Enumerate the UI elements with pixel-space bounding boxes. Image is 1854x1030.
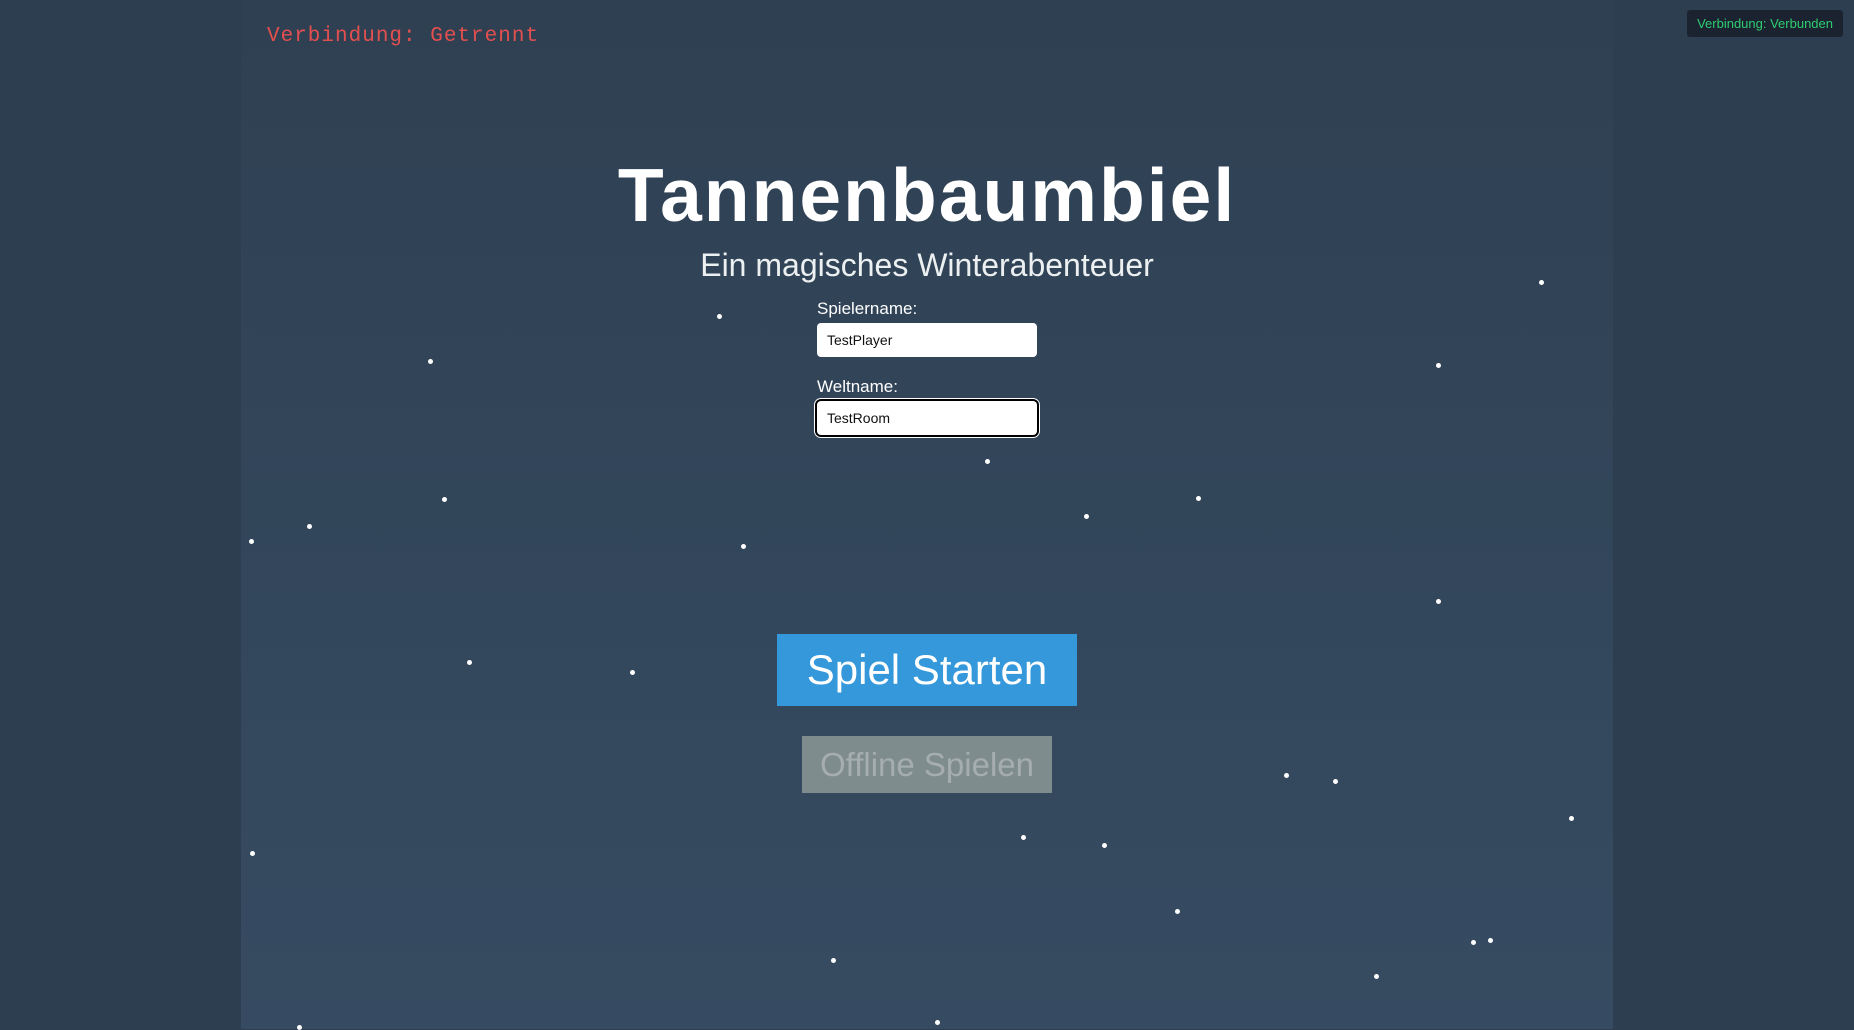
snowflake-icon <box>1569 816 1574 821</box>
snowflake-icon <box>297 1025 302 1030</box>
snowflake-icon <box>985 459 990 464</box>
snowflake-icon <box>1471 940 1476 945</box>
snowflake-icon <box>428 359 433 364</box>
snowflake-icon <box>307 524 312 529</box>
snowflake-icon <box>442 497 447 502</box>
snowflake-icon <box>1284 773 1289 778</box>
snowflake-icon <box>1175 909 1180 914</box>
snowflake-icon <box>935 1020 940 1025</box>
snowflake-icon <box>1333 779 1338 784</box>
snowflake-icon <box>249 539 254 544</box>
game-subtitle: Ein magisches Winterabenteuer <box>700 247 1154 283</box>
snowflake-icon <box>1084 514 1089 519</box>
snowflake-icon <box>1436 363 1441 368</box>
player-name-label: Spielername: <box>817 299 918 318</box>
snowflake-icon <box>741 544 746 549</box>
snowflake-icon <box>250 851 255 856</box>
snowflake-icon <box>1021 835 1026 840</box>
offline-play-button[interactable]: Offline Spielen <box>802 736 1052 793</box>
snowflake-icon <box>1102 843 1107 848</box>
snowflake-icon <box>1374 974 1379 979</box>
start-game-button[interactable]: Spiel Starten <box>777 634 1077 706</box>
player-name-input[interactable] <box>817 323 1037 357</box>
snowflake-icon <box>1436 599 1441 604</box>
snowflake-icon <box>630 670 635 675</box>
snowflake-icon <box>467 660 472 665</box>
connection-status-badge: Verbindung: Verbunden <box>1687 10 1843 37</box>
world-name-input[interactable] <box>817 401 1037 435</box>
world-name-label: Weltname: <box>817 377 898 396</box>
snowflake-icon <box>1196 496 1201 501</box>
snowflake-icon <box>717 314 722 319</box>
snowflake-icon <box>1488 938 1493 943</box>
connection-status-ingame: Verbindung: Getrennt <box>267 25 540 48</box>
game-title: Tannenbaumbiel <box>617 153 1237 237</box>
snowflake-icon <box>831 958 836 963</box>
